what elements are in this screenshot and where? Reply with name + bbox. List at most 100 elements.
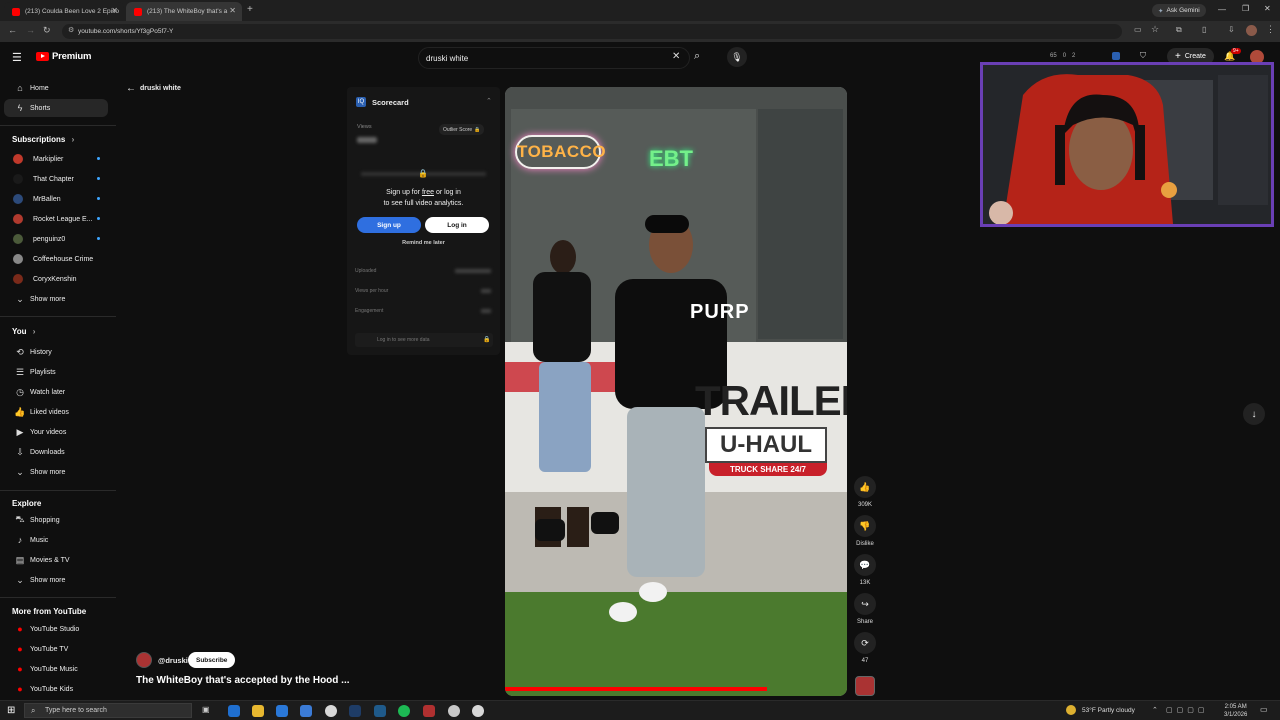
weather-text[interactable]: 53°F Partly cloudy	[1082, 707, 1135, 714]
sign-up-button[interactable]: Sign up	[357, 217, 421, 233]
sidebar-item[interactable]: ● YouTube Kids	[4, 680, 108, 698]
sound-thumbnail[interactable]	[855, 676, 875, 696]
search-input[interactable]: druski white	[418, 47, 690, 69]
share-icon[interactable]: ↪	[854, 593, 876, 615]
site-info-icon[interactable]: ⚙	[68, 26, 74, 34]
explore-show-more[interactable]: ⌄ Show more	[4, 571, 108, 589]
notification-center-icon[interactable]: ▭	[1260, 705, 1268, 714]
extension-icon[interactable]	[1112, 52, 1120, 60]
blurred-value	[357, 137, 377, 143]
close-tab-icon[interactable]: ✕	[229, 6, 236, 15]
sidebar-item[interactable]: CoryxKenshin	[4, 270, 108, 288]
cast-icon[interactable]: ▭	[1134, 25, 1142, 34]
sidebar-item[interactable]: ☰ Playlists	[4, 363, 108, 381]
url-field[interactable]: youtube.com/shorts/Yf3gPo5f7-Y	[62, 24, 1122, 39]
clear-search-icon[interactable]: ✕	[672, 51, 680, 62]
sidebar-item[interactable]: ⛍ Shopping	[4, 511, 108, 529]
sidebar-item[interactable]: That Chapter	[4, 170, 108, 188]
spotify-icon[interactable]	[398, 705, 410, 717]
app-icon[interactable]	[423, 705, 435, 717]
file-explorer-icon[interactable]	[252, 705, 264, 717]
sidebar-item[interactable]: ● YouTube Music	[4, 660, 108, 678]
shorts-video-player[interactable]: TOBACCO EBT PURP TRAILERS U-HAUL TRUCK S…	[505, 87, 847, 696]
dislike-action[interactable]: 👎 Dislike	[849, 515, 881, 547]
store-icon[interactable]	[276, 705, 288, 717]
sidebar-toggle-icon[interactable]: ▯	[1202, 25, 1206, 34]
minimize-icon[interactable]: —	[1218, 5, 1226, 14]
extensions-icon[interactable]: ⧉	[1176, 25, 1182, 35]
edge-browser-icon[interactable]	[228, 705, 240, 717]
sidebar-item[interactable]: Markiplier	[4, 150, 108, 168]
bookmark-star-icon[interactable]: ☆	[1151, 24, 1159, 35]
system-tray-icons[interactable]: ▢▢▢▢	[1166, 706, 1208, 714]
you-show-more[interactable]: ⌄ Show more	[4, 463, 108, 481]
close-tab-icon[interactable]: ✕	[111, 6, 118, 15]
remix-action[interactable]: ⟳ 47	[849, 632, 881, 664]
search-icon[interactable]: ⌕	[694, 50, 700, 63]
obs-icon[interactable]	[448, 705, 460, 717]
sidebar-item[interactable]: Rocket League E...	[4, 210, 108, 228]
thumbs-down-icon[interactable]: 👎	[854, 515, 876, 537]
sidebar-item-home[interactable]: ⌂ Home	[4, 79, 108, 97]
chrome-icon[interactable]	[325, 705, 337, 717]
chevron-right-icon: ›	[71, 135, 75, 144]
steam-icon[interactable]	[349, 705, 361, 717]
downloads-toolbar-icon[interactable]: ⇩	[1228, 25, 1235, 34]
chrome-active-icon[interactable]	[472, 705, 484, 717]
share-action[interactable]: ↪ Share	[849, 593, 881, 625]
sidebar-item[interactable]: ▶ Your videos	[4, 423, 108, 441]
clock[interactable]: 2:05 AM 3/1/2026	[1224, 703, 1247, 719]
sidebar-item[interactable]: ● YouTube TV	[4, 640, 108, 658]
taskbar-search[interactable]: ⌕ Type here to search	[24, 703, 192, 718]
windows-start-icon[interactable]: ⊞	[7, 705, 15, 716]
ask-gemini-button[interactable]: ✦ Ask Gemini	[1152, 4, 1206, 17]
log-in-button[interactable]: Log in	[425, 217, 489, 233]
locked-data-row[interactable]: Log in to see more data 🔒	[355, 333, 493, 347]
close-window-icon[interactable]: ✕	[1264, 4, 1271, 13]
youtube-logo[interactable]: Premium	[36, 51, 91, 62]
voice-search-icon[interactable]: 🎙	[727, 47, 747, 67]
browser-tab-1[interactable]: (213) Coulda Been Love 2 Episo ✕	[4, 2, 124, 21]
sidebar-item[interactable]: ♪ Music	[4, 531, 108, 549]
sidebar-item[interactable]: ● YouTube Studio	[4, 620, 108, 638]
sidebar-item[interactable]: MrBallen	[4, 190, 108, 208]
maximize-icon[interactable]: ❐	[1242, 4, 1249, 13]
subscribe-button[interactable]: Subscribe	[188, 652, 236, 668]
sidebar-item[interactable]: ▤ Movies & TV	[4, 551, 108, 569]
sidebar-item[interactable]: penguinz0	[4, 230, 108, 248]
hamburger-menu-icon[interactable]: ☰	[12, 51, 22, 64]
sidebar-item[interactable]: ◷ Watch later	[4, 383, 108, 401]
task-view-icon[interactable]: ▣	[202, 705, 214, 717]
comments-action[interactable]: 💬 13K	[849, 554, 881, 586]
remind-me-later-link[interactable]: Remind me later	[347, 240, 500, 246]
free-link[interactable]: free	[422, 189, 434, 196]
browser-menu-icon[interactable]: ⋮	[1266, 24, 1275, 35]
sidebar-item[interactable]: Coffeehouse Crime	[4, 250, 108, 268]
collapse-chevron-icon[interactable]: ⌃	[486, 97, 492, 105]
comment-icon[interactable]: 💬	[854, 554, 876, 576]
sidebar-item[interactable]: ⇩ Downloads	[4, 443, 108, 461]
sidebar-item[interactable]: 👍 Liked videos	[4, 403, 108, 421]
back-to-search[interactable]: ← druski white	[126, 83, 181, 94]
subscriptions-heading[interactable]: Subscriptions ›	[12, 135, 74, 144]
app-icon[interactable]	[374, 705, 386, 717]
channel-avatar[interactable]	[136, 652, 152, 668]
shield-icon[interactable]: ⛉	[1140, 51, 1146, 61]
reload-icon[interactable]: ↻	[43, 25, 51, 36]
profile-avatar[interactable]	[1246, 25, 1257, 36]
forward-icon[interactable]: →	[26, 25, 35, 35]
thumbs-up-icon[interactable]: 👍	[854, 476, 876, 498]
remix-icon[interactable]: ⟳	[854, 632, 876, 654]
channel-handle[interactable]: @druski	[158, 656, 188, 665]
you-heading[interactable]: You ›	[12, 327, 35, 336]
browser-tab-2[interactable]: (213) The WhiteBoy that's a ✕	[126, 2, 242, 21]
back-icon[interactable]: ←	[8, 25, 17, 35]
mail-icon[interactable]	[300, 705, 312, 717]
next-short-arrow-icon[interactable]: ↓	[1243, 403, 1265, 425]
subscriptions-show-more[interactable]: ⌄ Show more	[4, 290, 108, 308]
sidebar-item[interactable]: ⟲ History	[4, 343, 108, 361]
like-action[interactable]: 👍 309K	[849, 476, 881, 508]
tray-chevron-icon[interactable]: ⌃	[1152, 706, 1158, 714]
new-tab-icon[interactable]: +	[247, 4, 253, 15]
sidebar-item-shorts[interactable]: ϟ Shorts	[4, 99, 108, 117]
